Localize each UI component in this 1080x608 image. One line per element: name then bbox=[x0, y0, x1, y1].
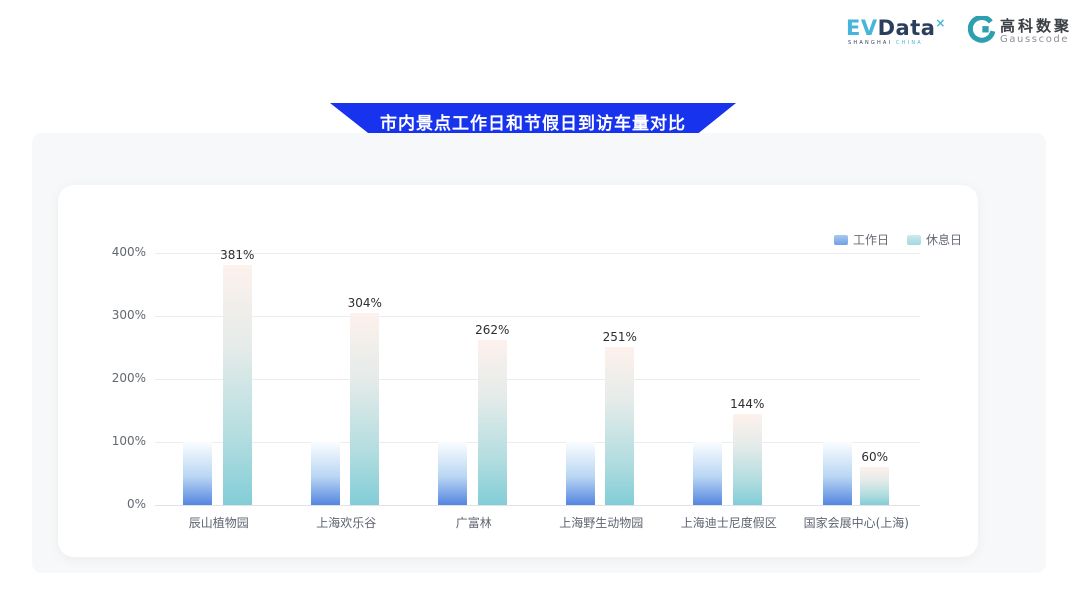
bar-value-label: 262% bbox=[475, 323, 509, 337]
chart-card: 工作日 休息日 381% 304% 262% 251% 144% 60% 0% 100% 20… bbox=[58, 185, 978, 557]
evdata-data: Data bbox=[878, 16, 936, 40]
gausscode-icon bbox=[968, 16, 995, 47]
bar-workday[interactable] bbox=[566, 442, 595, 505]
evdata-x-mark: × bbox=[935, 16, 946, 30]
gausscode-en: Gausscode bbox=[1000, 34, 1072, 45]
page-title: 市内景点工作日和节假日到访车量对比 bbox=[380, 109, 686, 134]
bar-column: 251% bbox=[603, 330, 637, 505]
bar-value-label: 251% bbox=[603, 330, 637, 344]
bar-chart-plot: 381% 304% 262% 251% 144% 60% bbox=[155, 253, 920, 505]
evdata-logo-text: EVData× bbox=[846, 17, 946, 39]
bar-group: 144% bbox=[665, 253, 793, 505]
bar-group: 262% bbox=[410, 253, 538, 505]
bar-value-label: 304% bbox=[348, 296, 382, 310]
y-axis-tick-label: 200% bbox=[82, 371, 146, 385]
x-axis-category-label: 上海野生动物园 bbox=[538, 514, 666, 531]
bar-group: 304% bbox=[283, 253, 411, 505]
bar-group: 381% bbox=[155, 253, 283, 505]
bar-column bbox=[566, 442, 595, 505]
chart-legend: 工作日 休息日 bbox=[834, 231, 962, 248]
gausscode-logo-text: 高科数聚 Gausscode bbox=[1000, 18, 1072, 46]
bar-group: 251% bbox=[538, 253, 666, 505]
dashboard-page: EVData× SHANGHAI CHINA 高科数聚 Gausscode 市内… bbox=[0, 0, 1080, 608]
x-axis-category-label: 上海迪士尼度假区 bbox=[665, 514, 793, 531]
bar-value-label: 144% bbox=[730, 397, 764, 411]
bar-restday[interactable] bbox=[478, 340, 507, 505]
bar-column: 304% bbox=[348, 296, 382, 505]
bar-workday[interactable] bbox=[823, 442, 852, 505]
gausscode-logo: 高科数聚 Gausscode bbox=[968, 16, 1072, 47]
x-axis-category-label: 广富林 bbox=[410, 514, 538, 531]
y-axis-tick-label: 400% bbox=[82, 245, 146, 259]
bar-column: 381% bbox=[220, 248, 254, 505]
x-axis-category-label: 国家会展中心(上海) bbox=[793, 514, 921, 531]
bar-value-label: 381% bbox=[220, 248, 254, 262]
legend-item-restday[interactable]: 休息日 bbox=[907, 231, 962, 248]
evdata-ev: EV bbox=[846, 16, 878, 40]
bar-column: 60% bbox=[860, 450, 889, 505]
header-logos: EVData× SHANGHAI CHINA 高科数聚 Gausscode bbox=[846, 16, 1072, 47]
bar-workday[interactable] bbox=[693, 442, 722, 505]
bar-group: 60% bbox=[793, 253, 921, 505]
bar-column bbox=[438, 442, 467, 505]
legend-marker-workday-icon bbox=[834, 235, 848, 245]
legend-label-restday: 休息日 bbox=[926, 231, 962, 248]
bar-column bbox=[693, 442, 722, 505]
legend-item-workday[interactable]: 工作日 bbox=[834, 231, 889, 248]
bar-restday[interactable] bbox=[733, 414, 762, 505]
x-axis-line bbox=[155, 505, 920, 506]
bar-column bbox=[311, 442, 340, 505]
bar-restday[interactable] bbox=[860, 467, 889, 505]
bar-column: 262% bbox=[475, 323, 509, 505]
x-axis-category-label: 上海欢乐谷 bbox=[283, 514, 411, 531]
bar-workday[interactable] bbox=[311, 442, 340, 505]
y-axis-tick-label: 100% bbox=[82, 434, 146, 448]
legend-label-workday: 工作日 bbox=[853, 231, 889, 248]
bar-column bbox=[823, 442, 852, 505]
bar-restday[interactable] bbox=[605, 347, 634, 505]
chart-panel: 工作日 休息日 381% 304% 262% 251% 144% 60% 0% 100% 20… bbox=[32, 133, 1046, 573]
bar-value-label: 60% bbox=[861, 450, 888, 464]
gausscode-cn: 高科数聚 bbox=[1000, 18, 1072, 35]
bar-restday[interactable] bbox=[350, 313, 379, 505]
bar-workday[interactable] bbox=[183, 442, 212, 505]
x-axis-category-label: 辰山植物园 bbox=[155, 514, 283, 531]
bar-column: 144% bbox=[730, 397, 764, 505]
y-axis-tick-label: 300% bbox=[82, 308, 146, 322]
evdata-logo: EVData× SHANGHAI CHINA bbox=[846, 17, 946, 46]
bar-workday[interactable] bbox=[438, 442, 467, 505]
bar-column bbox=[183, 442, 212, 505]
legend-marker-restday-icon bbox=[907, 235, 921, 245]
y-axis-tick-label: 0% bbox=[82, 497, 146, 511]
evdata-tagline: SHANGHAI CHINA bbox=[848, 41, 923, 46]
bar-restday[interactable] bbox=[223, 265, 252, 505]
